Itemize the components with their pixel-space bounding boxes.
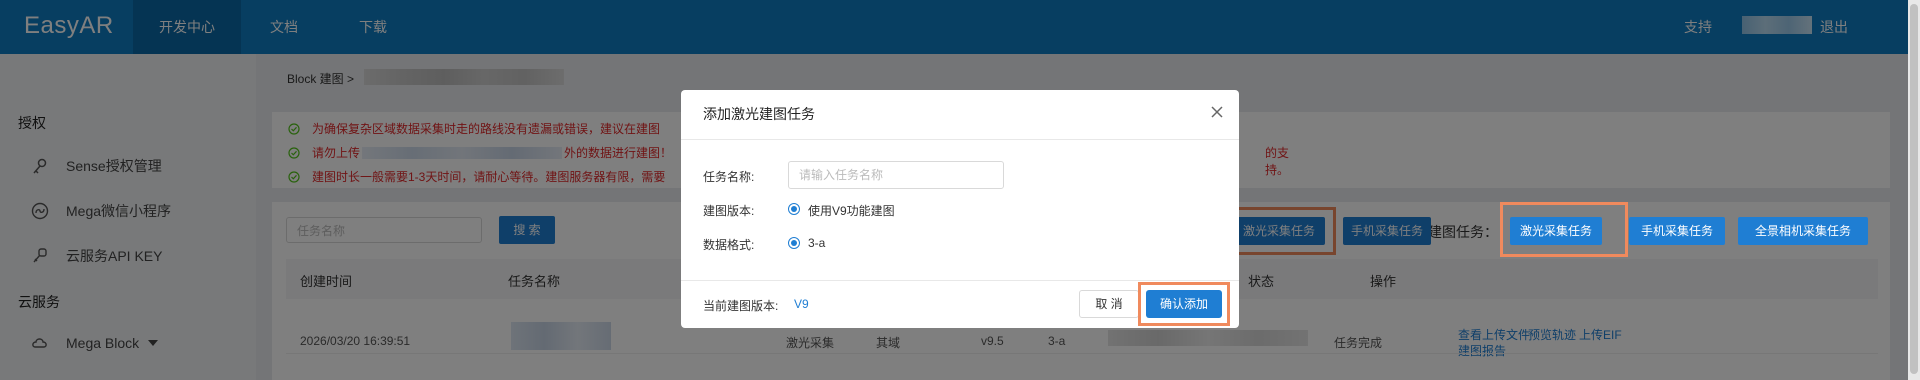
- cancel-button[interactable]: 取 消: [1079, 290, 1139, 318]
- add-laser-task-dialog: 添加激光建图任务 任务名称: 请输入任务名称 建图版本: 使用V9功能建图 数据…: [681, 90, 1239, 328]
- page-scrollbar[interactable]: [1908, 0, 1920, 380]
- format-3a-option-label[interactable]: 3-a: [808, 236, 825, 250]
- highlight-box: [1500, 202, 1628, 257]
- scrollbar-thumb[interactable]: [1910, 4, 1918, 374]
- add-panorama-task-button[interactable]: 全景相机采集任务: [1738, 217, 1868, 245]
- version-v9-radio[interactable]: [788, 203, 800, 215]
- version-label: 建图版本:: [703, 204, 755, 218]
- current-version-label: 当前建图版本:: [703, 299, 779, 313]
- format-label: 数据格式:: [703, 238, 755, 252]
- highlight-box: [1138, 282, 1230, 326]
- format-3a-radio[interactable]: [788, 237, 800, 249]
- current-version-value: V9: [794, 297, 809, 311]
- add-phone-task-button-visible[interactable]: 手机采集任务: [1629, 217, 1725, 245]
- dialog-header-divider: [681, 139, 1239, 140]
- dialog-footer-divider: [681, 280, 1239, 281]
- task-name-label: 任务名称:: [703, 170, 755, 184]
- version-v9-option-label[interactable]: 使用V9功能建图: [808, 202, 895, 219]
- dialog-title: 添加激光建图任务: [703, 106, 815, 122]
- task-name-input[interactable]: 请输入任务名称: [788, 161, 1004, 189]
- close-icon[interactable]: [1209, 104, 1225, 120]
